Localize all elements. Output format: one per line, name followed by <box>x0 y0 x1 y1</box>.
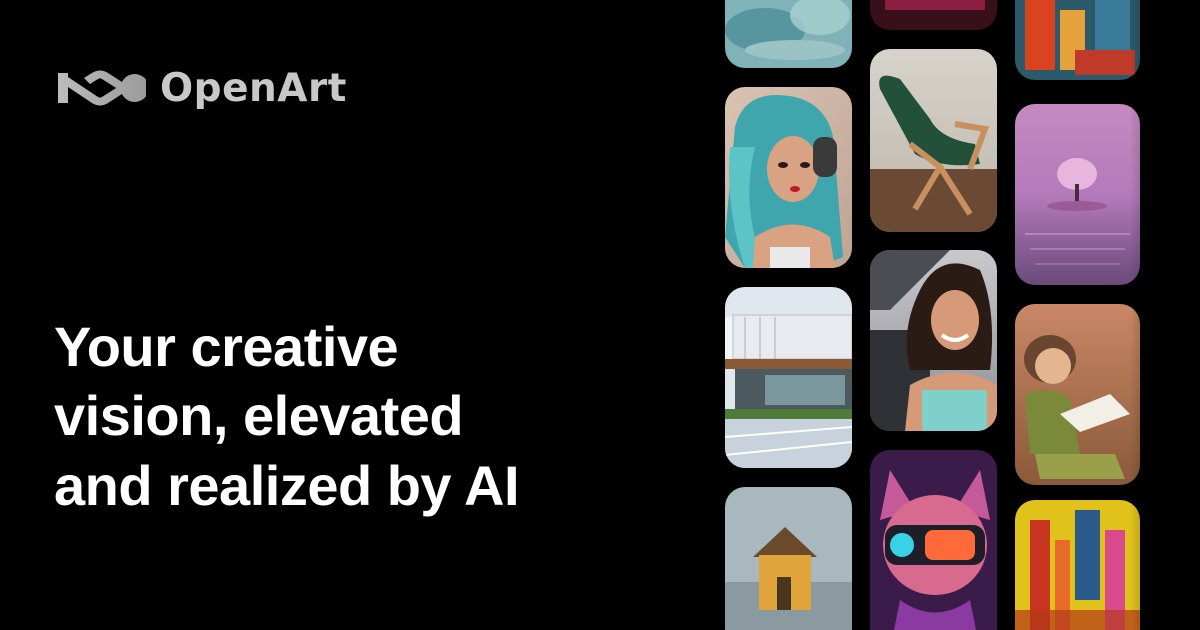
headline-line-3: and realized by AI <box>54 453 520 517</box>
infinity-loop-icon <box>58 70 146 106</box>
headline-line-1: Your creative <box>54 315 399 378</box>
anime-girl-headphones[interactable] <box>725 87 852 268</box>
brand-name: OpenArt <box>160 65 347 111</box>
smiling-woman-portrait[interactable] <box>870 250 997 431</box>
vibrant-abstract-painting[interactable] <box>1015 500 1140 630</box>
magenta-abstract-art[interactable] <box>870 0 997 30</box>
teal-abstract-art[interactable] <box>725 0 852 68</box>
neon-cat-goggles[interactable] <box>870 450 997 630</box>
headline-line-2: vision, elevated <box>54 384 464 448</box>
hero-headline: Your creative vision, elevated and reali… <box>54 312 694 520</box>
boy-reading-book[interactable] <box>1015 304 1140 485</box>
og-banner: OpenArt Your creative vision, elevated a… <box>0 0 1200 630</box>
yellow-house-by-sea[interactable] <box>725 487 852 630</box>
brand-logo[interactable]: OpenArt <box>54 62 347 114</box>
green-lounge-chair[interactable] <box>870 49 997 232</box>
colorful-paint-strokes[interactable] <box>1015 0 1140 80</box>
pink-tree-on-lake[interactable] <box>1015 104 1140 285</box>
modern-house-architecture[interactable] <box>725 287 852 468</box>
gallery-edge-fade <box>1130 0 1200 630</box>
